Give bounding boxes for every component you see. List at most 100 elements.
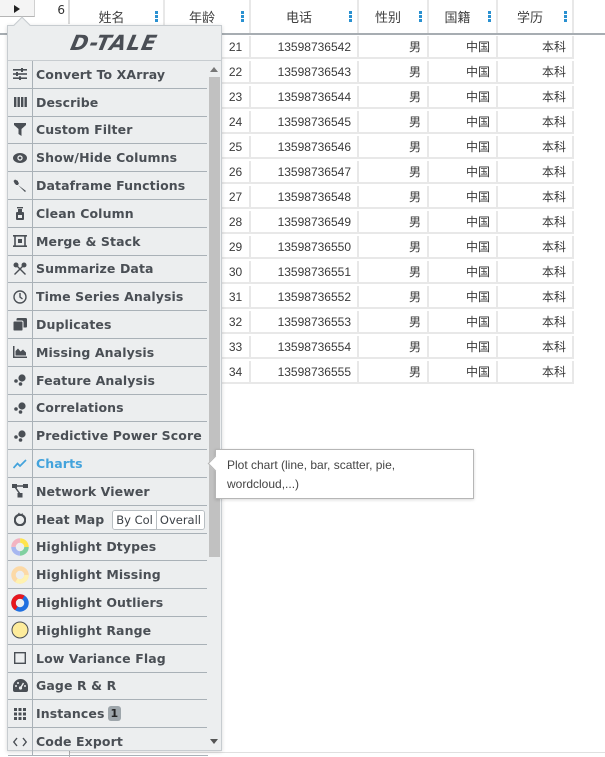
cell-phone[interactable]: 13598736552: [251, 286, 359, 309]
heat-map-by-col-button[interactable]: By Col: [113, 510, 156, 529]
menu-item-heat-map[interactable]: Heat Map By Col Overall: [8, 505, 208, 534]
menu-item-low-variance-flag[interactable]: Low Variance Flag: [8, 644, 208, 673]
cell-age[interactable]: 21: [222, 36, 251, 59]
cell-education[interactable]: 本科: [498, 261, 574, 284]
cell-education[interactable]: 本科: [498, 336, 574, 359]
cell-phone[interactable]: 13598736546: [251, 136, 359, 159]
cell-age[interactable]: 33: [222, 336, 251, 359]
menu-item-duplicates[interactable]: Duplicates: [8, 311, 208, 339]
cell-education[interactable]: 本科: [498, 161, 574, 184]
menu-item-merge-stack[interactable]: Merge & Stack: [8, 227, 208, 256]
cell-age[interactable]: 32: [222, 311, 251, 334]
menu-item-charts[interactable]: Charts: [8, 450, 208, 478]
menu-scrollbar[interactable]: [207, 62, 220, 750]
cell-phone[interactable]: 13598736542: [251, 36, 359, 59]
cell-gender[interactable]: 男: [359, 61, 429, 84]
cell-gender[interactable]: 男: [359, 236, 429, 259]
cell-nationality[interactable]: 中国: [429, 311, 498, 334]
column-menu-icon[interactable]: [419, 11, 422, 22]
cell-age[interactable]: 30: [222, 261, 251, 284]
cell-age[interactable]: 22: [222, 61, 251, 84]
cell-phone[interactable]: 13598736555: [251, 361, 359, 384]
menu-item-convert-to-xarray[interactable]: Convert To XArray: [8, 61, 208, 89]
column-header-phone[interactable]: 电话: [251, 0, 359, 33]
cell-nationality[interactable]: 中国: [429, 286, 498, 309]
column-menu-icon[interactable]: [564, 11, 567, 22]
cell-gender[interactable]: 男: [359, 186, 429, 209]
cell-phone[interactable]: 13598736547: [251, 161, 359, 184]
cell-age[interactable]: 23: [222, 86, 251, 109]
column-menu-icon[interactable]: [349, 11, 352, 22]
cell-phone[interactable]: 13598736550: [251, 236, 359, 259]
menu-item-time-series-analysis[interactable]: Time Series Analysis: [8, 283, 208, 312]
cell-gender[interactable]: 男: [359, 311, 429, 334]
menu-item-network-viewer[interactable]: Network Viewer: [8, 477, 208, 506]
cell-gender[interactable]: 男: [359, 86, 429, 109]
cell-phone[interactable]: 13598736554: [251, 336, 359, 359]
menu-toggle[interactable]: [0, 0, 35, 17]
cell-education[interactable]: 本科: [498, 36, 574, 59]
cell-nationality[interactable]: 中国: [429, 136, 498, 159]
menu-item-code-export[interactable]: Code Export: [8, 728, 208, 756]
menu-item-summarize-data[interactable]: Summarize Data: [8, 255, 208, 284]
cell-education[interactable]: 本科: [498, 186, 574, 209]
cell-gender[interactable]: 男: [359, 286, 429, 309]
cell-gender[interactable]: 男: [359, 161, 429, 184]
cell-gender[interactable]: 男: [359, 261, 429, 284]
menu-item-clean-column[interactable]: Clean Column: [8, 199, 208, 228]
cell-phone[interactable]: 13598736544: [251, 86, 359, 109]
cell-education[interactable]: 本科: [498, 136, 574, 159]
menu-item-show-hide-columns[interactable]: Show/Hide Columns: [8, 144, 208, 173]
cell-age[interactable]: 29: [222, 236, 251, 259]
cell-age[interactable]: 24: [222, 111, 251, 134]
cell-gender[interactable]: 男: [359, 36, 429, 59]
cell-nationality[interactable]: 中国: [429, 161, 498, 184]
scroll-down-arrow-icon[interactable]: [210, 739, 218, 744]
cell-phone[interactable]: 13598736549: [251, 211, 359, 234]
menu-item-missing-analysis[interactable]: Missing Analysis: [8, 338, 208, 367]
cell-education[interactable]: 本科: [498, 236, 574, 259]
scroll-up-arrow-icon[interactable]: [210, 67, 218, 72]
cell-nationality[interactable]: 中国: [429, 336, 498, 359]
cell-education[interactable]: 本科: [498, 61, 574, 84]
cell-phone[interactable]: 13598736548: [251, 186, 359, 209]
cell-nationality[interactable]: 中国: [429, 261, 498, 284]
cell-phone[interactable]: 13598736545: [251, 111, 359, 134]
menu-item-highlight-range[interactable]: Highlight Range: [8, 616, 208, 645]
cell-education[interactable]: 本科: [498, 86, 574, 109]
cell-gender[interactable]: 男: [359, 336, 429, 359]
cell-education[interactable]: 本科: [498, 111, 574, 134]
cell-nationality[interactable]: 中国: [429, 36, 498, 59]
column-header-nationality[interactable]: 国籍: [429, 0, 498, 33]
cell-education[interactable]: 本科: [498, 211, 574, 234]
cell-education[interactable]: 本科: [498, 361, 574, 384]
column-header-education[interactable]: 学历: [498, 0, 574, 33]
menu-item-highlight-dtypes[interactable]: Highlight Dtypes: [8, 533, 208, 562]
menu-item-custom-filter[interactable]: Custom Filter: [8, 116, 208, 145]
cell-nationality[interactable]: 中国: [429, 61, 498, 84]
cell-nationality[interactable]: 中国: [429, 211, 498, 234]
column-menu-icon[interactable]: [241, 11, 244, 22]
cell-education[interactable]: 本科: [498, 311, 574, 334]
menu-item-highlight-missing[interactable]: Highlight Missing: [8, 561, 208, 590]
cell-nationality[interactable]: 中国: [429, 111, 498, 134]
cell-nationality[interactable]: 中国: [429, 361, 498, 384]
menu-item-predictive-power-score[interactable]: Predictive Power Score: [8, 422, 208, 451]
cell-nationality[interactable]: 中国: [429, 86, 498, 109]
heat-map-overall-button[interactable]: Overall: [155, 510, 204, 529]
cell-gender[interactable]: 男: [359, 111, 429, 134]
menu-item-correlations[interactable]: Correlations: [8, 394, 208, 423]
column-menu-icon[interactable]: [155, 11, 158, 22]
cell-age[interactable]: 26: [222, 161, 251, 184]
cell-phone[interactable]: 13598736553: [251, 311, 359, 334]
cell-nationality[interactable]: 中国: [429, 236, 498, 259]
cell-age[interactable]: 25: [222, 136, 251, 159]
cell-phone[interactable]: 13598736551: [251, 261, 359, 284]
menu-item-instances[interactable]: Instances 1: [8, 700, 208, 729]
column-header-gender[interactable]: 性别: [359, 0, 429, 33]
cell-gender[interactable]: 男: [359, 136, 429, 159]
menu-item-gage-r-r[interactable]: Gage R & R: [8, 672, 208, 701]
cell-age[interactable]: 27: [222, 186, 251, 209]
cell-gender[interactable]: 男: [359, 211, 429, 234]
menu-item-highlight-outliers[interactable]: Highlight Outliers: [8, 589, 208, 617]
